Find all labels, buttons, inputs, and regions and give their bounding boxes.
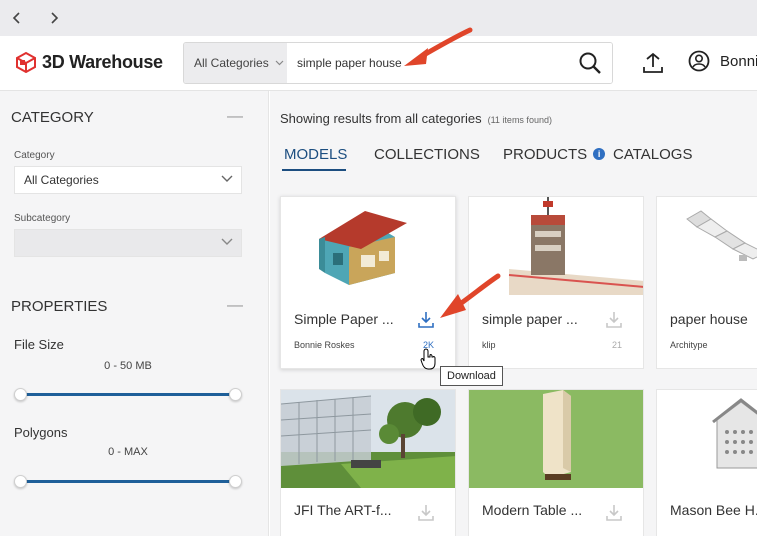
back-button[interactable]	[5, 6, 29, 30]
site-logo[interactable]: 3D Warehouse	[14, 51, 163, 73]
search-button[interactable]	[568, 43, 612, 83]
category-dropdown[interactable]: All Categories	[14, 166, 242, 194]
chevron-down-icon	[275, 60, 284, 66]
upload-button[interactable]	[641, 51, 665, 80]
bee-house-thumbnail	[712, 398, 757, 469]
subcategory-label: Subcategory	[14, 213, 71, 224]
model-title[interactable]: Modern Table ...	[482, 502, 594, 518]
model-thumbnail[interactable]	[469, 197, 643, 295]
tab-catalogs[interactable]: CATALOGS	[613, 146, 692, 163]
category-dropdown-value: All Categories	[24, 173, 99, 187]
search-bar: All Categories	[183, 42, 613, 84]
search-icon	[579, 52, 601, 74]
model-thumbnail[interactable]	[657, 390, 757, 488]
filter-sidebar: CATEGORY — Category All Categories Subca…	[0, 91, 269, 536]
download-icon[interactable]	[605, 311, 623, 329]
tab-models[interactable]: MODELS	[284, 146, 347, 163]
collapse-category-icon[interactable]: —	[227, 108, 243, 126]
category-select-value: All Categories	[194, 56, 269, 70]
model-author[interactable]: Bonnie Roskes	[294, 340, 355, 350]
table-lamp-thumbnail	[469, 390, 643, 488]
search-input[interactable]	[287, 43, 568, 83]
chevron-down-icon	[221, 238, 233, 245]
model-card[interactable]: paper house Architype	[656, 196, 757, 369]
polygons-max-handle[interactable]	[229, 475, 242, 488]
collapse-properties-icon[interactable]: —	[227, 297, 243, 315]
download-icon[interactable]	[417, 311, 435, 329]
model-title[interactable]: paper house	[670, 311, 757, 327]
model-thumbnail[interactable]	[281, 197, 455, 295]
download-count: 21	[612, 340, 623, 350]
polygons-range: 0 - MAX	[108, 446, 148, 458]
properties-section-header[interactable]: PROPERTIES —	[11, 297, 243, 315]
results-summary: Showing results from all categories (11 i…	[280, 111, 552, 126]
polygons-slider[interactable]	[20, 480, 236, 483]
category-section-header[interactable]: CATEGORY —	[11, 108, 243, 126]
site-header: 3D Warehouse All Categories Bonnie	[0, 36, 757, 91]
tab-products-label: PRODUCTS	[503, 146, 588, 163]
hand-cursor-icon	[420, 348, 436, 370]
download-tooltip: Download	[440, 366, 503, 386]
model-title[interactable]: Simple Paper ...	[294, 311, 406, 327]
model-title[interactable]: Mason Bee H...	[670, 502, 757, 518]
model-thumbnail[interactable]	[469, 390, 643, 488]
upload-icon	[643, 52, 663, 73]
user-name: Bonnie	[720, 52, 757, 70]
info-icon[interactable]: i	[593, 148, 606, 160]
browser-toolbar	[0, 0, 757, 36]
file-size-max-handle[interactable]	[229, 388, 242, 401]
logo-text: 3D Warehouse	[42, 51, 163, 72]
forward-button[interactable]	[42, 6, 66, 30]
category-heading: CATEGORY	[11, 108, 94, 126]
results-text: Showing results from all categories	[280, 111, 482, 126]
model-title[interactable]: simple paper ...	[482, 311, 594, 327]
download-icon[interactable]	[605, 504, 623, 522]
download-icon[interactable]	[417, 504, 435, 522]
chevron-left-icon	[12, 12, 20, 24]
results-area: Showing results from all categories (11 i…	[270, 91, 757, 536]
model-thumbnail[interactable]	[657, 197, 757, 295]
file-size-range: 0 - 50 MB	[104, 360, 152, 372]
category-label: Category	[14, 150, 55, 161]
model-card[interactable]: simple paper ... klip 21	[468, 196, 644, 369]
chevron-right-icon	[51, 12, 59, 24]
model-card[interactable]: Modern Table ...	[468, 389, 644, 536]
polygons-label: Polygons	[14, 425, 68, 440]
model-card[interactable]: Simple Paper ... Bonnie Roskes 2K	[280, 196, 456, 369]
model-card[interactable]: JFI The ART-f...	[280, 389, 456, 536]
results-count: (11 items found)	[487, 115, 552, 125]
polygons-min-handle[interactable]	[14, 475, 27, 488]
tab-products[interactable]: PRODUCTS i	[503, 146, 606, 163]
chevron-down-icon	[221, 175, 233, 182]
file-size-slider[interactable]	[20, 393, 236, 396]
model-title[interactable]: JFI The ART-f...	[294, 502, 406, 518]
paper-tower-thumbnail	[508, 197, 643, 295]
warehouse-logo-icon	[16, 51, 36, 73]
tab-collections[interactable]: COLLECTIONS	[374, 146, 480, 163]
greenhouse-thumbnail	[281, 390, 455, 488]
user-avatar-icon	[688, 50, 710, 72]
category-select[interactable]: All Categories	[184, 43, 287, 83]
paper-net-thumbnail	[686, 210, 757, 261]
model-card[interactable]: Mason Bee H...	[656, 389, 757, 536]
properties-heading: PROPERTIES	[11, 297, 108, 315]
file-size-label: File Size	[14, 337, 64, 352]
user-menu[interactable]: Bonnie	[688, 50, 757, 72]
subcategory-dropdown[interactable]	[14, 229, 242, 257]
model-author[interactable]: klip	[482, 340, 496, 350]
file-size-min-handle[interactable]	[14, 388, 27, 401]
active-tab-indicator	[282, 169, 346, 171]
model-thumbnail[interactable]	[281, 390, 455, 488]
paper-house-thumbnail	[319, 211, 407, 285]
model-author[interactable]: Architype	[670, 340, 708, 350]
